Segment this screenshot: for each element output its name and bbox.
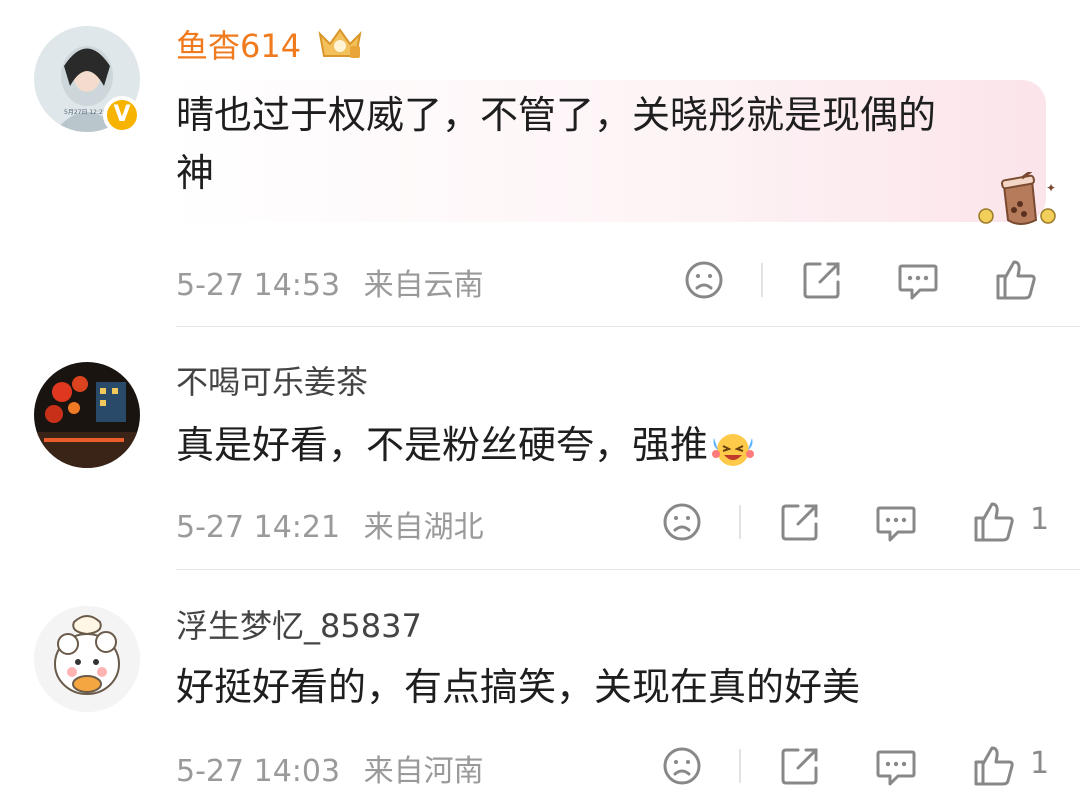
action-separator [739,505,741,539]
share-icon[interactable] [778,500,822,544]
laugh-cry-emoji-icon [712,433,755,466]
comment-icon[interactable] [874,744,918,788]
verified-badge: V [103,96,141,134]
action-separator [739,749,741,783]
sad-face-icon[interactable] [660,500,704,544]
share-icon[interactable] [800,258,844,302]
comment-icon[interactable] [874,500,918,544]
avatar[interactable] [34,362,140,468]
comment-text: 好挺好看的，有点搞笑，关现在真的好美 [176,665,861,709]
like-count: 1 [1030,502,1050,537]
sad-face-icon[interactable] [660,744,704,788]
share-icon[interactable] [778,744,822,788]
comment-icon[interactable] [896,258,940,302]
comment-text: 真是好看，不是粉丝硬夸，强推 [176,416,756,474]
comment-item: 不喝可乐姜茶 真是好看，不是粉丝硬夸，强推 5-27 14:21 来自湖北 1 [0,326,1080,570]
username[interactable]: 鱼杳614 [176,26,301,66]
action-bar: 1 [0,500,1080,544]
username[interactable]: 不喝可乐姜茶 [176,362,368,402]
sad-face-icon[interactable] [682,258,726,302]
like-icon[interactable] [972,744,1016,788]
action-separator [761,263,763,297]
action-bar [0,258,1080,302]
crown-badge-icon [318,28,362,58]
bubble-tea-icon: ✦ [978,172,1056,225]
svg-text:✦: ✦ [1046,181,1056,195]
avatar[interactable] [34,606,140,712]
like-icon[interactable] [994,258,1038,302]
avatar-caption: 5月27日 12:29 [64,109,107,116]
comment-item: 浮生梦忆_85837 好挺好看的，有点搞笑，关现在真的好美 5-27 14:03… [0,570,1080,806]
comment-text: 晴也过于权威了，不管了，关晓彤就是现偶的 神 [176,93,937,195]
like-count: 1 [1030,746,1050,781]
comment-item: 5月27日 12:29 V 鱼杳614 晴也过于权威了，不管了，关晓彤就是现偶的… [0,0,1080,327]
username[interactable]: 浮生梦忆_85837 [176,606,422,646]
like-icon[interactable] [972,500,1016,544]
action-bar: 1 [0,744,1080,788]
